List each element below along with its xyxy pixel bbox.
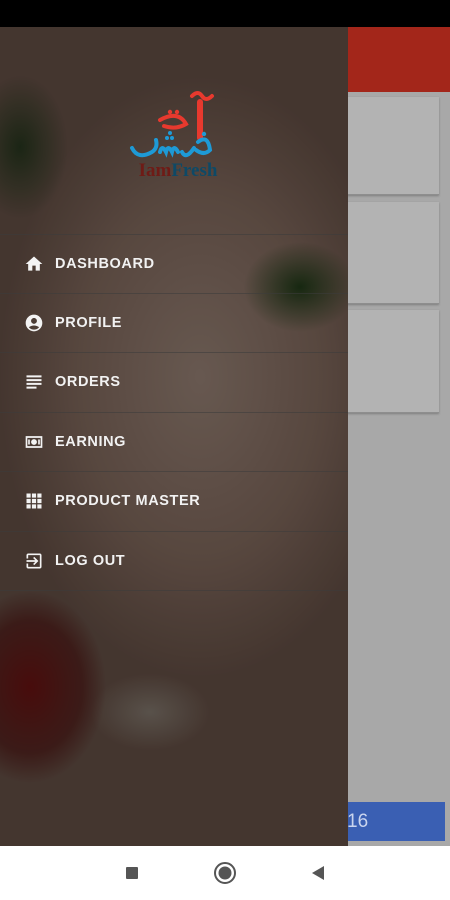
grid-icon xyxy=(23,490,45,512)
app-bottom-button[interactable]: 16 xyxy=(335,802,445,841)
menu-item-log-out[interactable]: LOG OUT xyxy=(0,532,348,591)
logo-calligraphy xyxy=(130,91,214,158)
list-icon xyxy=(23,371,45,393)
app-card[interactable] xyxy=(335,202,439,304)
menu-item-label: ORDERS xyxy=(55,374,121,391)
account-circle-icon xyxy=(23,312,45,334)
drawer-menu: DASHBOARD PROFILE ORDERS EARNING PRODUCT… xyxy=(0,234,348,591)
money-icon xyxy=(23,431,45,453)
logout-icon xyxy=(23,550,45,572)
menu-item-earning[interactable]: EARNING xyxy=(0,413,348,472)
app-logo xyxy=(120,82,230,182)
menu-item-product-master[interactable]: PRODUCT MASTER xyxy=(0,472,348,532)
navigation-drawer: IamFresh DASHBOARD PROFILE ORDERS EARNIN… xyxy=(0,27,348,846)
home-icon xyxy=(23,253,45,275)
system-nav-bar xyxy=(0,846,450,900)
recent-apps-button[interactable] xyxy=(102,846,162,900)
menu-item-label: LOG OUT xyxy=(55,552,126,569)
menu-item-profile[interactable]: PROFILE xyxy=(0,294,348,353)
back-icon xyxy=(312,866,324,880)
menu-item-label: EARNING xyxy=(55,433,127,450)
recent-apps-icon xyxy=(126,867,138,879)
home-button[interactable] xyxy=(195,846,255,900)
home-circle-icon xyxy=(214,862,236,884)
menu-item-label: PRODUCT MASTER xyxy=(55,493,201,510)
menu-item-label: PROFILE xyxy=(55,314,123,331)
menu-item-dashboard[interactable]: DASHBOARD xyxy=(0,234,348,294)
back-button[interactable] xyxy=(288,846,348,900)
app-card[interactable] xyxy=(335,310,439,413)
app-card[interactable] xyxy=(335,97,439,195)
menu-item-label: DASHBOARD xyxy=(55,255,155,272)
status-bar xyxy=(0,0,450,27)
menu-item-orders[interactable]: ORDERS xyxy=(0,353,348,413)
